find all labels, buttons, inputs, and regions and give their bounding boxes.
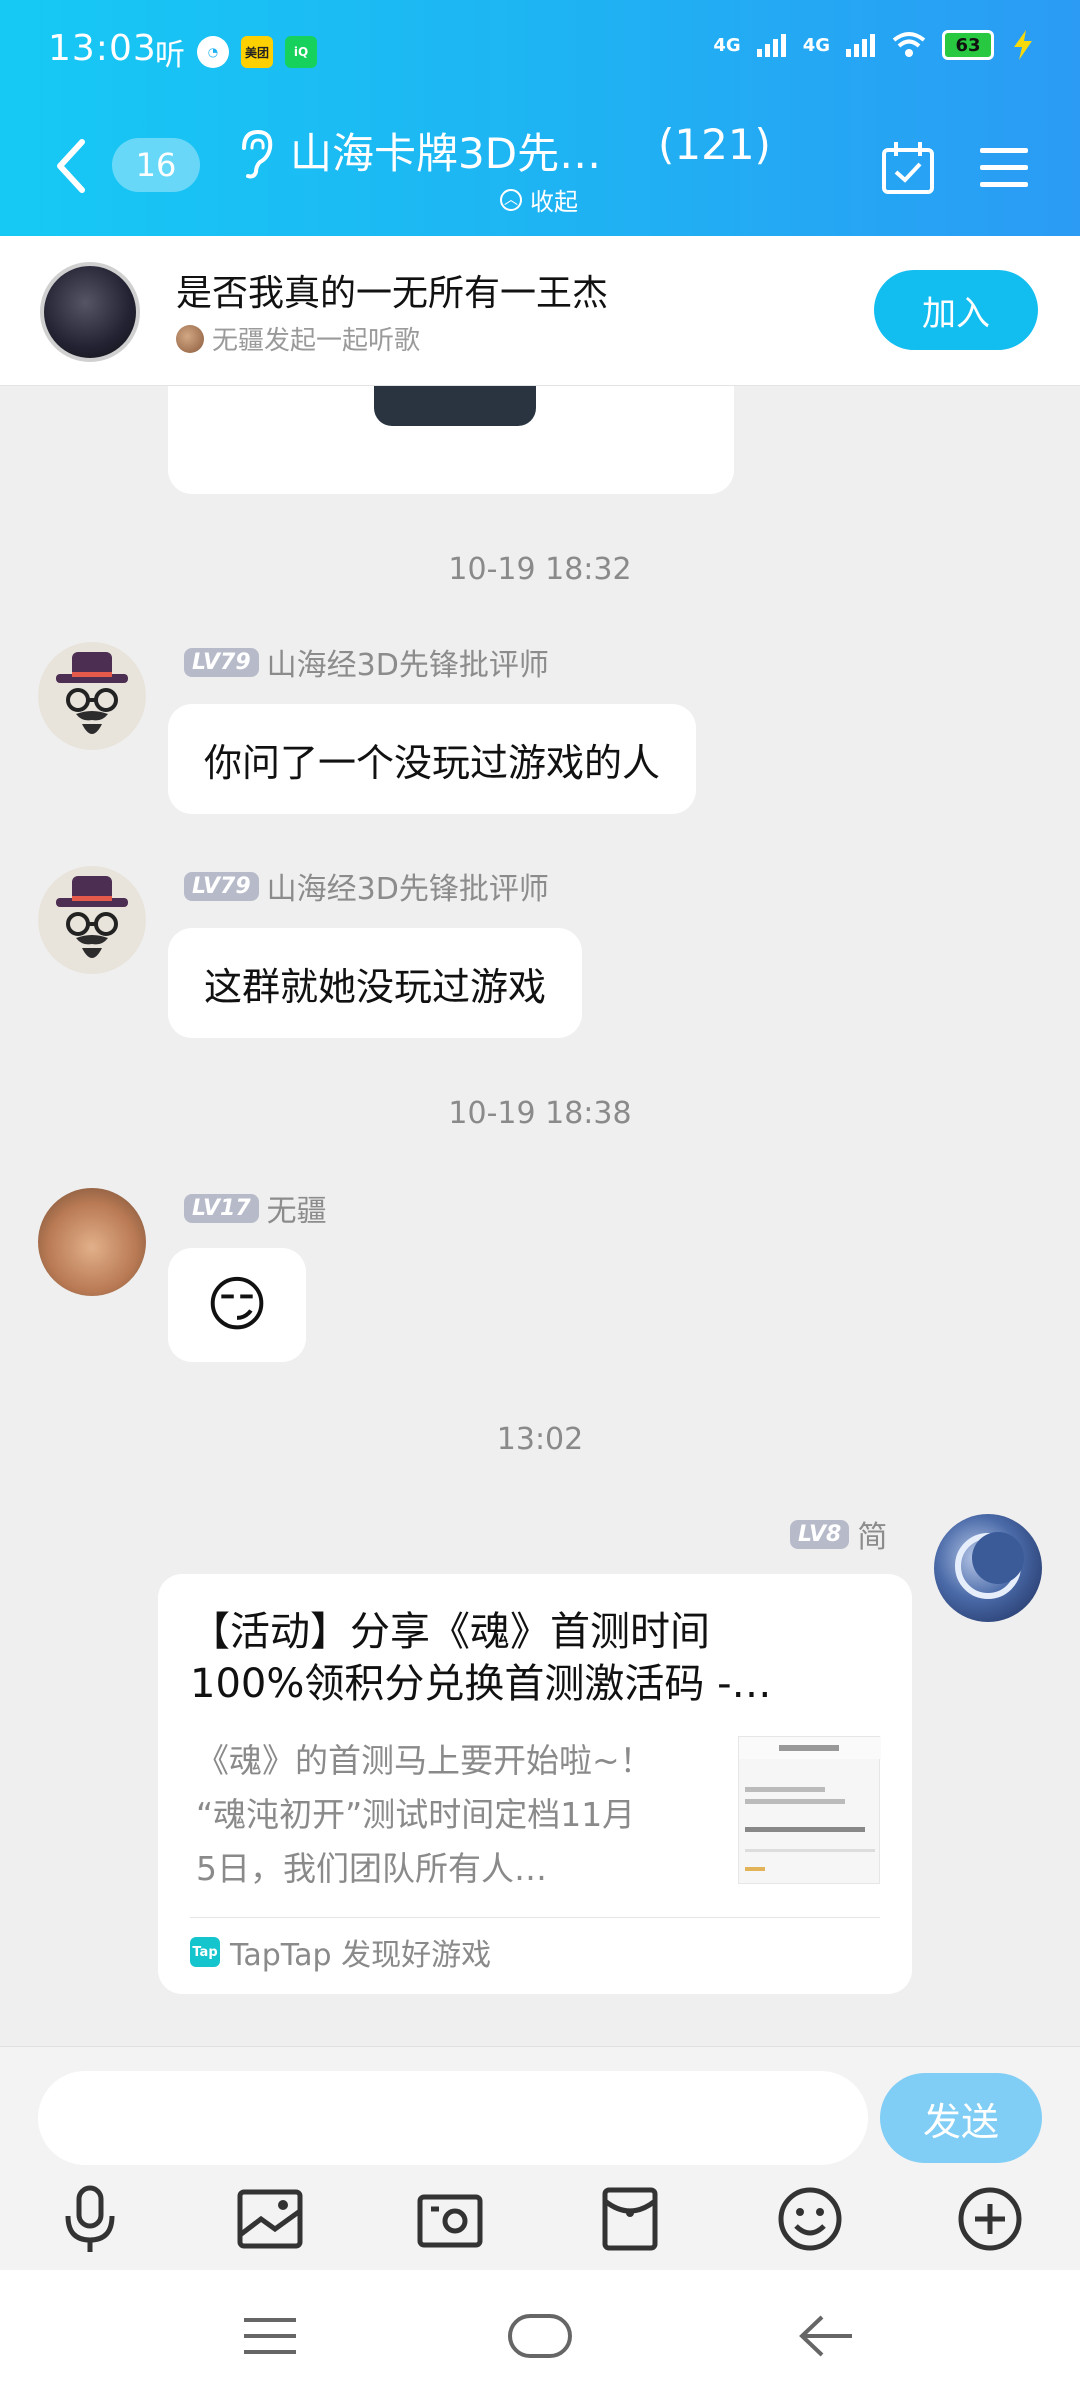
card-source-label: TapTap 发现好游戏 bbox=[230, 1938, 492, 1973]
iqiyi-icon: iQ bbox=[285, 36, 317, 68]
song-cover bbox=[40, 262, 140, 362]
song-title: 是否我真的一无所有一王杰 bbox=[176, 273, 609, 314]
home-pill-icon bbox=[508, 2314, 572, 2358]
sender-name[interactable]: 山海经3D先锋批评师 bbox=[267, 864, 549, 908]
sender-name[interactable]: 山海经3D先锋批评师 bbox=[267, 640, 549, 684]
card-source: Tap TapTap 发现好游戏 bbox=[190, 1930, 491, 1974]
message-text: 你问了一个没玩过游戏的人 bbox=[204, 740, 661, 785]
voice-button[interactable] bbox=[50, 2179, 130, 2259]
sender-name[interactable]: 简 bbox=[857, 1512, 887, 1556]
image-button[interactable] bbox=[230, 2179, 310, 2259]
avatar[interactable] bbox=[38, 1188, 146, 1296]
sender-name[interactable]: 无疆 bbox=[267, 1186, 327, 1230]
timestamp: 13:02 bbox=[496, 1422, 584, 1457]
hat-glasses-avatar-icon bbox=[56, 876, 128, 958]
emoji-icon bbox=[778, 2187, 842, 2251]
red-packet-button[interactable] bbox=[590, 2179, 670, 2259]
camera-button[interactable] bbox=[410, 2179, 490, 2259]
signal-icon bbox=[846, 34, 875, 57]
back-arrow-icon bbox=[799, 2315, 852, 2357]
sender-info: LV17 无疆 bbox=[184, 1186, 327, 1230]
hat-glasses-avatar-icon bbox=[56, 652, 128, 734]
app-header: 13:03 听 ◔ 美团 iQ 4G 4G 63 16 山海卡牌3D先… (12… bbox=[0, 0, 1080, 236]
status-bar: 13:03 听 ◔ 美团 iQ 4G 4G 63 bbox=[0, 0, 1080, 100]
text-message-bubble[interactable]: 这群就她没玩过游戏 bbox=[168, 928, 583, 1038]
assistant-icon: ◔ bbox=[197, 36, 229, 68]
listen-initiator-text: 无疆发起一起听歌 bbox=[212, 326, 421, 356]
level-badge: LV79 bbox=[184, 871, 259, 901]
camera-icon bbox=[417, 2194, 483, 2248]
image-icon bbox=[237, 2189, 303, 2249]
message-input[interactable] bbox=[38, 2071, 868, 2165]
article-preview-icon bbox=[739, 1737, 881, 1871]
card-desc-line: 《魂》的首测马上要开始啦~！ bbox=[196, 1741, 653, 1780]
timestamp: 10-19 18:38 bbox=[448, 1096, 632, 1131]
sender-info: LV79 山海经3D先锋批评师 bbox=[184, 640, 549, 684]
system-back-button[interactable] bbox=[790, 2306, 862, 2366]
level-badge: LV17 bbox=[184, 1193, 259, 1223]
smirk-emoji-icon: 😏 bbox=[205, 1270, 269, 1340]
avatar[interactable] bbox=[38, 866, 146, 974]
card-desc-line: “魂沌初开”测试时间定档11月 bbox=[196, 1795, 636, 1834]
microphone-icon bbox=[65, 2185, 115, 2252]
group-title[interactable]: 山海卡牌3D先… bbox=[290, 120, 601, 181]
message-text: 这群就她没玩过游戏 bbox=[204, 964, 547, 1009]
card-description: 《魂》的首测马上要开始啦~！ “魂沌初开”测试时间定档11月 5日，我们团队所有… bbox=[196, 1734, 716, 1896]
back-icon[interactable] bbox=[52, 138, 92, 194]
status-left-icons: 听 ◔ 美团 iQ bbox=[155, 30, 317, 74]
network-1: 4G bbox=[713, 34, 741, 56]
card-desc-line: 5日，我们团队所有人… bbox=[196, 1849, 547, 1888]
status-right: 4G 4G 63 bbox=[713, 30, 1036, 60]
red-packet-icon bbox=[602, 2187, 658, 2251]
wifi-icon bbox=[892, 32, 926, 57]
title-bar: 16 山海卡牌3D先… (121) ︿ 收起 bbox=[0, 110, 1080, 220]
initiator-avatar bbox=[176, 324, 204, 353]
taptap-logo-icon: Tap bbox=[190, 1937, 220, 1967]
share-card[interactable]: 【活动】分享《魂》首测时间 100%领积分兑换首测激活码 -… 《魂》的首测马上… bbox=[158, 1574, 912, 1994]
unread-count-badge[interactable]: 16 bbox=[112, 138, 200, 192]
send-button[interactable]: 发送 bbox=[880, 2073, 1042, 2163]
moon-avatar-icon bbox=[955, 1532, 1024, 1599]
recent-apps-button[interactable] bbox=[234, 2306, 306, 2366]
timestamp: 10-19 18:32 bbox=[448, 552, 632, 587]
ear-icon bbox=[242, 129, 273, 179]
listen-status-icon: 听 bbox=[155, 38, 185, 73]
collapse-button[interactable]: ︿ 收起 bbox=[500, 182, 578, 217]
plus-icon bbox=[958, 2187, 1022, 2251]
card-thumbnail bbox=[738, 1736, 881, 1884]
network-2: 4G bbox=[802, 34, 830, 56]
input-area: 发送 bbox=[0, 2046, 1080, 2270]
chevron-up-icon: ︿ bbox=[500, 188, 522, 211]
emoji-button[interactable] bbox=[770, 2179, 850, 2259]
level-badge: LV79 bbox=[184, 647, 259, 677]
meituan-icon: 美团 bbox=[241, 36, 273, 68]
listen-subtitle: 无疆发起一起听歌 bbox=[176, 320, 420, 357]
card-divider bbox=[190, 1917, 880, 1918]
card-title: 【活动】分享《魂》首测时间 100%领积分兑换首测激活码 -… bbox=[190, 1606, 880, 1710]
signal-icon bbox=[756, 34, 786, 57]
listen-together-banner[interactable]: 是否我真的一无所有一王杰 无疆发起一起听歌 加入 bbox=[0, 236, 1080, 386]
battery-icon: 63 bbox=[942, 30, 994, 60]
status-time: 13:03 bbox=[48, 28, 157, 69]
sender-info: LV8 简 bbox=[790, 1512, 887, 1556]
system-navigation-bar bbox=[0, 2270, 1080, 2400]
menu-lines-icon bbox=[244, 2318, 296, 2354]
text-message-bubble[interactable]: 你问了一个没玩过游戏的人 bbox=[168, 704, 697, 814]
sender-info: LV79 山海经3D先锋批评师 bbox=[184, 864, 549, 908]
chat-area[interactable]: 10-19 18:32 LV79 山海经3D先锋批评师 你问了一个没玩过游戏的人… bbox=[0, 236, 1080, 2046]
member-count: (121) bbox=[658, 120, 771, 169]
home-button[interactable] bbox=[504, 2306, 576, 2366]
menu-icon[interactable] bbox=[978, 146, 1030, 190]
level-badge: LV8 bbox=[790, 1519, 850, 1549]
collapse-label: 收起 bbox=[530, 188, 578, 216]
more-button[interactable] bbox=[950, 2179, 1030, 2259]
join-button[interactable]: 加入 bbox=[874, 270, 1038, 350]
charging-icon bbox=[1014, 30, 1032, 60]
card-title-line: 【活动】分享《魂》首测时间 bbox=[190, 1609, 710, 1655]
calendar-check-icon[interactable] bbox=[880, 140, 936, 196]
avatar[interactable] bbox=[934, 1514, 1042, 1622]
emoji-message-bubble[interactable]: 😏 bbox=[168, 1248, 306, 1362]
card-title-line: 100%领积分兑换首测激活码 -… bbox=[190, 1661, 772, 1707]
avatar[interactable] bbox=[38, 642, 146, 750]
